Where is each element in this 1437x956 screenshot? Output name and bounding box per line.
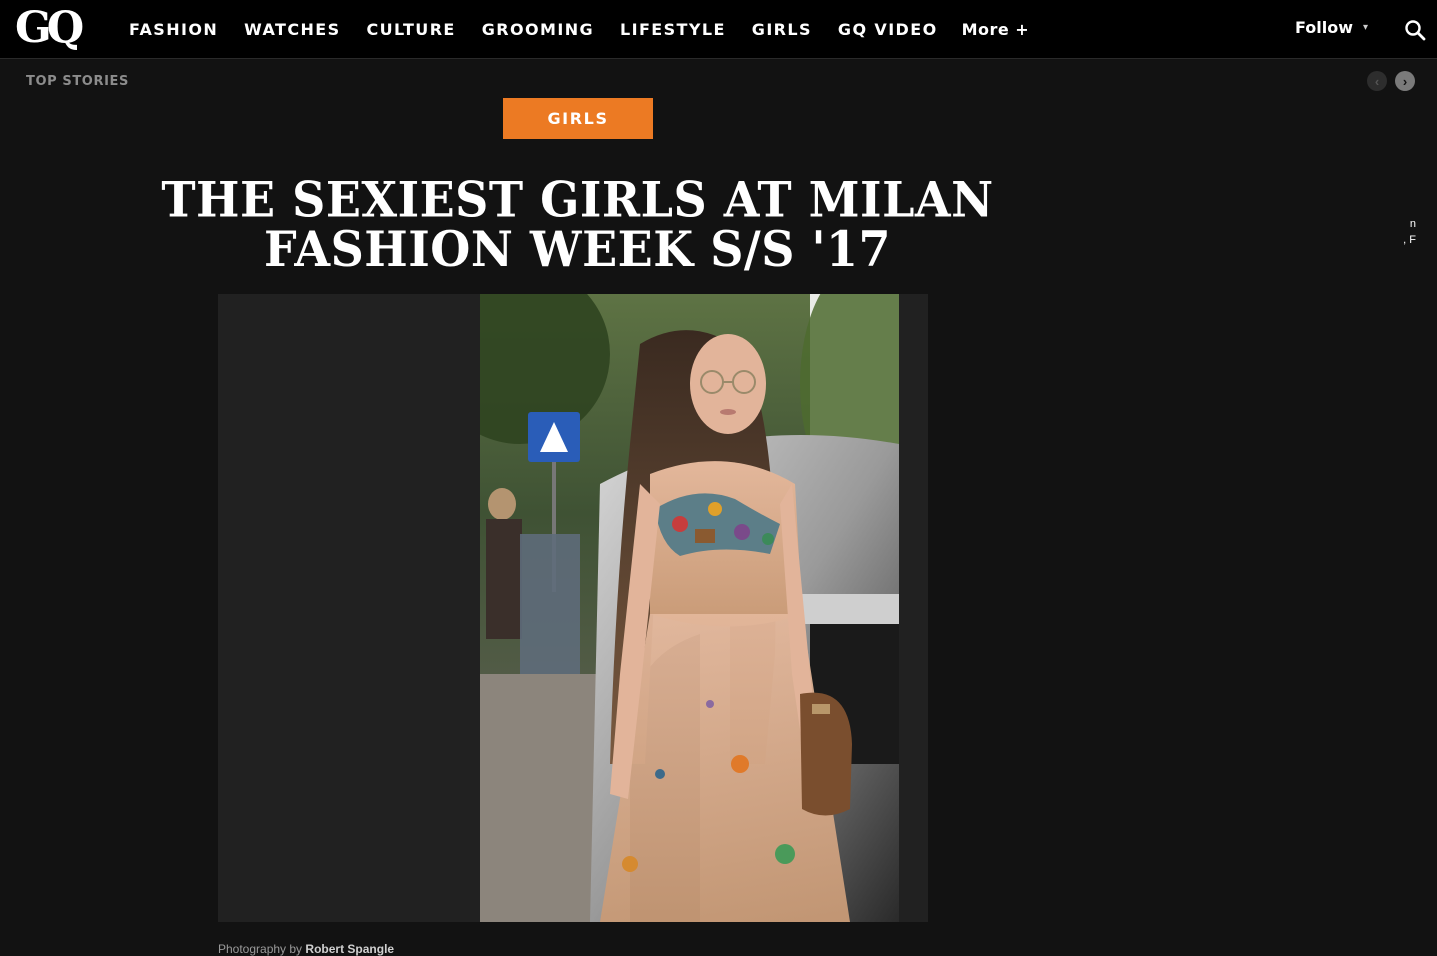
photographer-name-link[interactable]: Robert Spangle [305, 942, 394, 956]
chevron-left-icon[interactable]: ‹ [1367, 71, 1387, 91]
nav-more-button[interactable]: More + [962, 20, 1030, 39]
nav-item-gq-video[interactable]: GQ VIDEO [838, 20, 938, 39]
category-badge[interactable]: GIRLS [503, 98, 653, 139]
photo-gallery[interactable] [218, 294, 928, 922]
nav-item-watches[interactable]: WATCHES [244, 20, 340, 39]
top-navigation-bar: GQ FASHION WATCHES CULTURE GROOMING LIFE… [0, 0, 1437, 59]
offscreen-text-fragment: n , F [1402, 216, 1416, 248]
caret-down-icon: ▾ [1363, 22, 1369, 33]
edge-fragment-line-2: n [1409, 218, 1416, 230]
top-stories-label: TOP STORIES [26, 74, 129, 89]
edge-fragment-line-3: , F [1403, 234, 1416, 246]
photo-credit: Photography by Robert Spangle [218, 942, 394, 956]
article-headline: THE SEXIEST GIRLS AT MILAN FASHION WEEK … [150, 175, 1005, 278]
credit-prefix: Photography by [218, 942, 303, 956]
search-icon[interactable] [1404, 19, 1426, 41]
gallery-photo[interactable] [480, 294, 899, 922]
chevron-right-icon[interactable]: › [1395, 71, 1415, 91]
nav-item-culture[interactable]: CULTURE [367, 20, 456, 39]
headline-line-2: FASHION WEEK S/S '17 [263, 220, 892, 278]
nav-item-girls[interactable]: GIRLS [752, 20, 812, 39]
nav-item-lifestyle[interactable]: LIFESTYLE [620, 20, 726, 39]
nav-item-grooming[interactable]: GROOMING [482, 20, 594, 39]
gq-logo[interactable]: GQ [15, 6, 97, 50]
headline-line-1: THE SEXIEST GIRLS AT MILAN [161, 171, 994, 229]
follow-label: Follow [1295, 18, 1354, 37]
follow-dropdown[interactable]: Follow ▾ [1295, 18, 1368, 37]
nav-item-fashion[interactable]: FASHION [129, 20, 218, 39]
main-nav: FASHION WATCHES CULTURE GROOMING LIFESTY… [129, 0, 1055, 58]
